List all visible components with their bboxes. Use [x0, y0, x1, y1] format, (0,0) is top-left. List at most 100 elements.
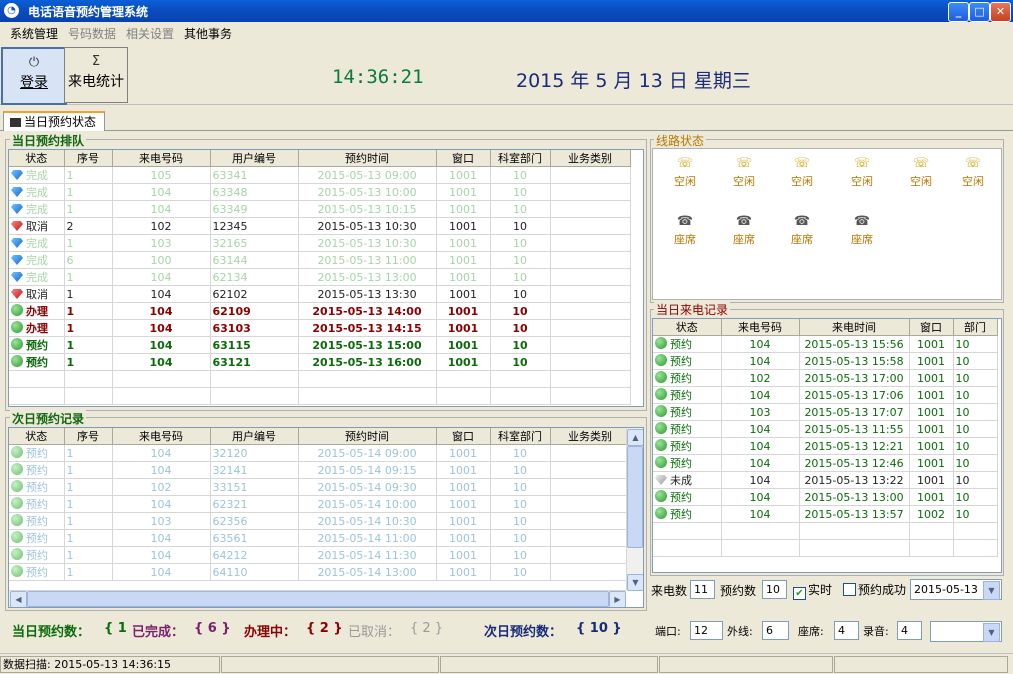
success-checkbox[interactable]: 预约成功 [843, 581, 906, 598]
scroll-right-icon[interactable]: ▶ [609, 591, 626, 607]
scroll-up-icon[interactable]: ▲ [627, 429, 643, 446]
table-row[interactable]: 预约 104 2015-05-13 13:00 1001 10 [653, 488, 998, 506]
table-row[interactable]: 办理 1 104 62109 2015-05-13 14:00 1001 10 [9, 302, 631, 320]
table-row[interactable]: 完成 1 104 63348 2015-05-13 10:00 1001 10 [9, 183, 631, 201]
record-field[interactable]: 4 [897, 621, 922, 640]
close-button[interactable]: ✕ [990, 2, 1011, 22]
column-header[interactable]: 科室部门 [490, 150, 551, 167]
table-row[interactable]: 完成 1 104 63349 2015-05-13 10:15 1001 10 [9, 200, 631, 218]
column-header[interactable]: 窗口 [909, 319, 954, 336]
window-cell: 1001 [436, 285, 491, 303]
port-field[interactable]: 12 [690, 621, 723, 640]
table-row[interactable]: 预约 103 2015-05-13 17:07 1001 10 [653, 403, 998, 421]
table-row[interactable]: 预约 104 2015-05-13 12:21 1001 10 [653, 437, 998, 455]
outer-line-6[interactable]: ☏ 空闲 [953, 157, 993, 189]
date-select[interactable]: 2015-05-13 ▼ [910, 579, 1002, 600]
column-header[interactable]: 状态 [9, 150, 65, 167]
scroll-left-icon[interactable]: ◀ [10, 591, 27, 607]
next-day-vscroll[interactable]: ▲ ▼ [626, 428, 643, 591]
column-header[interactable]: 来电号码 [112, 150, 211, 167]
seat-field[interactable]: 4 [834, 621, 859, 640]
device-select[interactable]: ▼ [930, 621, 1002, 642]
maximize-button[interactable]: □ [969, 2, 990, 22]
column-header[interactable]: 预约时间 [298, 428, 437, 445]
call-count-field[interactable]: 11 [690, 580, 715, 599]
table-row[interactable]: 预约 1 104 63121 2015-05-13 16:00 1001 10 [9, 353, 631, 371]
column-header[interactable]: 状态 [653, 319, 722, 336]
table-row[interactable]: 办理 1 104 63103 2015-05-13 14:15 1001 10 [9, 319, 631, 337]
scroll-down-icon[interactable]: ▼ [627, 574, 643, 591]
booked-count-field[interactable]: 10 [762, 580, 787, 599]
column-header[interactable]: 状态 [9, 428, 65, 445]
table-row[interactable]: 预约 1 104 32120 2015-05-14 09:00 1001 10 [9, 444, 631, 462]
table-row[interactable]: 取消 1 104 62102 2015-05-13 13:30 1001 10 [9, 285, 631, 303]
table-row[interactable]: 未成 104 2015-05-13 13:22 1001 10 [653, 471, 998, 489]
menu-other[interactable]: 其他事务 [184, 25, 232, 42]
column-header[interactable]: 窗口 [436, 150, 491, 167]
today-queue-grid[interactable]: 状态 序号 来电号码 用户编号 预约时间 窗口 科室部门 业务类别 完成 1 105 63341 201… [8, 149, 644, 407]
outer-line-1[interactable]: ☏ 空闲 [665, 157, 705, 189]
column-header[interactable]: 预约时间 [298, 150, 437, 167]
phone-cell: 104 [721, 352, 800, 370]
seat-line-1[interactable]: ☎ 座席 [665, 215, 705, 247]
table-row[interactable]: 预约 102 2015-05-13 17:00 1001 10 [653, 369, 998, 387]
seat-line-4[interactable]: ☎ 座席 [842, 215, 882, 247]
column-header[interactable]: 来电号码 [721, 319, 800, 336]
table-row[interactable]: 取消 2 102 12345 2015-05-13 10:30 1001 10 [9, 217, 631, 235]
menu-settings[interactable]: 相关设置 [126, 25, 174, 42]
menu-system[interactable]: 系统管理 [10, 25, 58, 42]
table-row[interactable]: 预约 1 104 63561 2015-05-14 11:00 1001 10 [9, 529, 631, 547]
column-header[interactable]: 科室部门 [490, 428, 551, 445]
outer-line-3[interactable]: ☏ 空闲 [782, 157, 822, 189]
chevron-down-icon[interactable]: ▼ [983, 623, 1000, 642]
calls-grid[interactable]: 状态 来电号码 来电时间 窗口 部门 预约 104 2015-05-13 15:56 1001 1… [652, 318, 1002, 573]
table-row[interactable]: 预约 104 2015-05-13 13:57 1002 10 [653, 505, 998, 523]
minimize-button[interactable]: _ [948, 2, 969, 22]
call-stats-button[interactable]: Σ 来电统计 [64, 47, 128, 103]
table-row[interactable]: 预约 1 104 64212 2015-05-14 11:30 1001 10 [9, 546, 631, 564]
column-header[interactable]: 来电号码 [112, 428, 211, 445]
table-row[interactable]: 预约 1 104 32141 2015-05-14 09:15 1001 10 [9, 461, 631, 479]
column-header[interactable]: 序号 [64, 150, 113, 167]
seq-cell: 1 [64, 234, 113, 252]
table-row[interactable]: 预约 104 2015-05-13 11:55 1001 10 [653, 420, 998, 438]
column-header[interactable]: 业务类别 [550, 150, 631, 167]
table-row[interactable]: 预约 1 103 62356 2015-05-14 10:30 1001 10 [9, 512, 631, 530]
column-header[interactable]: 部门 [953, 319, 998, 336]
column-header[interactable]: 用户编号 [210, 428, 299, 445]
hscroll-thumb[interactable] [27, 591, 609, 607]
seat-line-2[interactable]: ☎ 座席 [724, 215, 764, 247]
table-row[interactable]: 预约 104 2015-05-13 15:56 1001 10 [653, 335, 998, 353]
table-row[interactable]: 完成 1 104 62134 2015-05-13 13:00 1001 10 [9, 268, 631, 286]
table-row[interactable]: 完成 6 100 63144 2015-05-13 11:00 1001 10 [9, 251, 631, 269]
table-row[interactable]: 预约 104 2015-05-13 15:58 1001 10 [653, 352, 998, 370]
column-header[interactable]: 用户编号 [210, 150, 299, 167]
outer-line-5[interactable]: ☏ 空闲 [901, 157, 941, 189]
column-header[interactable]: 序号 [64, 428, 113, 445]
menu-number-data[interactable]: 号码数据 [68, 25, 116, 42]
next-day-hscroll[interactable]: ◀ ▶ [9, 590, 626, 607]
outer-line-4[interactable]: ☏ 空闲 [842, 157, 882, 189]
table-row[interactable]: 预约 104 2015-05-13 12:46 1001 10 [653, 454, 998, 472]
realtime-checkbox[interactable]: ✔ 实时 [793, 581, 832, 600]
scroll-thumb[interactable] [627, 446, 643, 548]
seat-state-label: 座席 [791, 233, 813, 246]
outer-line-2[interactable]: ☏ 空闲 [724, 157, 764, 189]
column-header[interactable]: 窗口 [436, 428, 491, 445]
outer-line-field[interactable]: 6 [762, 621, 789, 640]
column-header[interactable]: 业务类别 [550, 428, 631, 445]
table-row[interactable]: 预约 104 2015-05-13 17:06 1001 10 [653, 386, 998, 404]
chevron-down-icon[interactable]: ▼ [983, 581, 1000, 600]
tab-today-status[interactable]: 当日预约状态 [3, 111, 106, 131]
table-row[interactable]: 预约 1 104 62321 2015-05-14 10:00 1001 10 [9, 495, 631, 513]
login-button[interactable]: ⏻ 登录 [1, 47, 67, 105]
table-row[interactable]: 预约 1 104 64110 2015-05-14 13:00 1001 10 [9, 563, 631, 581]
seat-line-3[interactable]: ☎ 座席 [782, 215, 822, 247]
time-cell: 2015-05-13 13:00 [298, 268, 437, 286]
table-row[interactable]: 预约 1 104 63115 2015-05-13 15:00 1001 10 [9, 336, 631, 354]
table-row[interactable]: 完成 1 105 63341 2015-05-13 09:00 1001 10 [9, 166, 631, 184]
column-header[interactable]: 来电时间 [799, 319, 910, 336]
table-row[interactable]: 完成 1 103 32165 2015-05-13 10:30 1001 10 [9, 234, 631, 252]
table-row[interactable]: 预约 1 102 33151 2015-05-14 09:30 1001 10 [9, 478, 631, 496]
next-day-grid[interactable]: 状态 序号 来电号码 用户编号 预约时间 窗口 科室部门 业务类别 预约 1 104 32120 201… [8, 427, 644, 608]
